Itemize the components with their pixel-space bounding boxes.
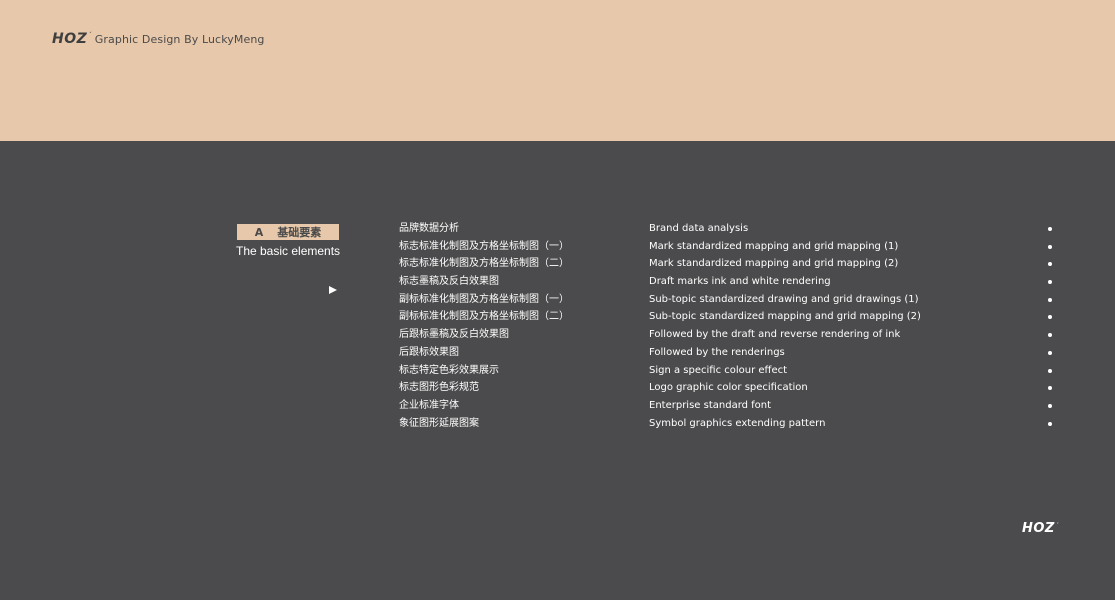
toc-item[interactable]: 品牌数据分析 Brand data analysis	[399, 220, 1059, 238]
section-title-cn: 基础要素	[277, 226, 322, 239]
toc-item-cn: 副标标准化制图及方格坐标制图（一）	[399, 293, 569, 305]
table-of-contents: 品牌数据分析 Brand data analysis 标志标准化制图及方格坐标制图（…	[399, 220, 1059, 432]
section-title-en: The basic elements	[236, 244, 341, 258]
bullet-dot-icon	[1048, 227, 1052, 231]
toc-item-cn: 标志图形色彩规范	[399, 382, 479, 394]
bullet-dot-icon	[1048, 315, 1052, 320]
header: HOZ´ Graphic Design By LuckyMeng	[52, 30, 265, 48]
toc-item-en: Followed by the draft and reverse render…	[649, 329, 901, 341]
toc-item[interactable]: 标志特定色彩效果展示 Sign a specific colour effect	[399, 362, 1059, 380]
bullet-dot-icon	[1048, 368, 1052, 373]
toc-item[interactable]: 后跟标效果图 Followed by the renderings	[399, 344, 1059, 362]
header-tagline: Graphic Design By LuckyMeng	[94, 32, 265, 46]
toc-item-cn: 标志特定色彩效果展示	[399, 364, 499, 376]
toc-item-cn: 副标标准化制图及方格坐标制图（二）	[399, 311, 569, 323]
toc-item-en: Mark standardized mapping and grid mappi…	[649, 240, 899, 252]
toc-item-en: Enterprise standard font	[649, 399, 772, 411]
toc-item-en: Draft marks ink and white rendering	[649, 276, 831, 288]
toc-item-en: Sub-topic standardized mapping and grid …	[649, 311, 921, 323]
bullet-dot-icon	[1048, 280, 1052, 285]
toc-item-en: Logo graphic color specification	[649, 382, 808, 394]
toc-item[interactable]: 标志标准化制图及方格坐标制图（二） Mark standardized mappi…	[399, 255, 1059, 273]
toc-item-cn: 标志标准化制图及方格坐标制图（一）	[399, 240, 569, 252]
toc-item[interactable]: 象征图形延展图案 Symbol graphics extending patter…	[399, 415, 1059, 433]
toc-item[interactable]: 标志墨稿及反白效果图 Draft marks ink and white rend…	[399, 273, 1059, 291]
toc-item-cn: 企业标准字体	[399, 399, 459, 411]
toc-item[interactable]: 标志标准化制图及方格坐标制图（一） Mark standardized mappi…	[399, 238, 1059, 256]
play-icon[interactable]	[329, 286, 337, 294]
toc-item-cn: 标志墨稿及反白效果图	[399, 276, 499, 288]
toc-item-en: Sign a specific colour effect	[649, 364, 788, 376]
bullet-dot-icon	[1048, 297, 1052, 302]
bullet-dot-icon	[1048, 421, 1052, 426]
bullet-dot-icon	[1048, 386, 1052, 391]
bullet-dot-icon	[1048, 403, 1052, 408]
brand-logo: HOZ´	[52, 31, 92, 47]
bullet-dot-icon	[1048, 262, 1052, 267]
toc-item[interactable]: 副标标准化制图及方格坐标制图（一） Sub-topic standardized …	[399, 291, 1059, 309]
toc-item-en: Symbol graphics extending pattern	[649, 417, 826, 429]
bullet-dot-icon	[1048, 333, 1052, 338]
toc-item-cn: 后跟标效果图	[399, 346, 459, 358]
bullet-dot-icon	[1048, 244, 1052, 249]
toc-item-en: Brand data analysis	[649, 223, 749, 234]
toc-item[interactable]: 副标标准化制图及方格坐标制图（二） Sub-topic standardized …	[399, 308, 1059, 326]
toc-item-cn: 后跟标墨稿及反白效果图	[399, 329, 509, 341]
toc-item-en: Mark standardized mapping and grid mappi…	[649, 258, 899, 270]
footer-logo: HOZ´	[1022, 521, 1059, 536]
top-banner	[0, 0, 1115, 141]
bullet-dot-icon	[1048, 350, 1052, 355]
toc-item[interactable]: 企业标准字体 Enterprise standard font	[399, 397, 1059, 415]
toc-item-cn: 品牌数据分析	[399, 223, 459, 234]
toc-item-en: Followed by the renderings	[649, 346, 785, 358]
toc-item-cn: 象征图形延展图案	[399, 417, 479, 429]
section-badge: A 基础要素	[237, 224, 339, 240]
toc-item[interactable]: 后跟标墨稿及反白效果图 Followed by the draft and rev…	[399, 326, 1059, 344]
toc-item-cn: 标志标准化制图及方格坐标制图（二）	[399, 258, 569, 270]
toc-item-en: Sub-topic standardized drawing and grid …	[649, 293, 919, 305]
toc-item[interactable]: 标志图形色彩规范 Logo graphic color specification	[399, 379, 1059, 397]
section-letter: A	[254, 225, 264, 239]
